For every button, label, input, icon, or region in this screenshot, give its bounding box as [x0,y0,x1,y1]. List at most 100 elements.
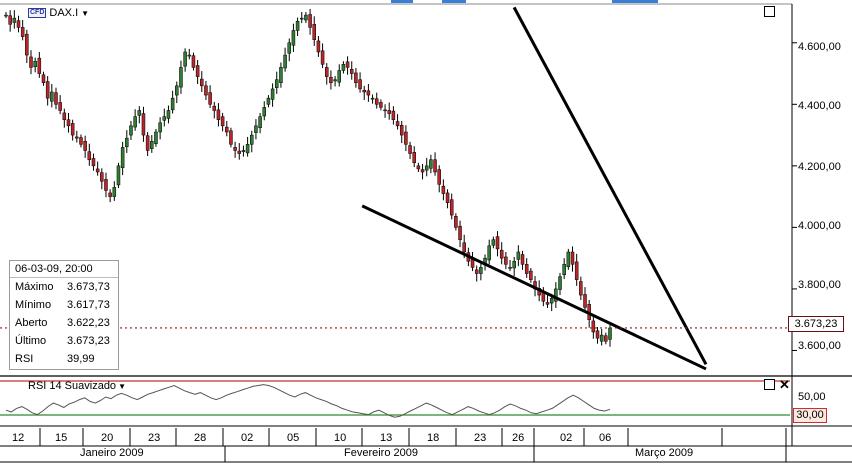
y-axis-label: 4.200,00 [798,161,841,173]
candle-down [524,264,529,274]
candle-down [504,256,508,265]
candle-down [191,55,196,68]
info-value: 3.673,73 [67,281,110,293]
caret-down-icon[interactable]: ▼ [118,382,126,391]
candle-up [516,251,521,260]
candle-down [362,89,366,93]
candle-down [62,112,67,120]
candle-down [520,254,525,265]
candle-up [162,116,167,121]
symbol-selector[interactable]: CFD DAX.I ▼ [28,7,89,19]
candle-up [370,97,375,100]
x-month-label: Janeiro 2009 [80,447,144,459]
candle-down [574,261,579,280]
y-axis-label: 4.600,00 [798,41,841,53]
candle-down [220,116,225,127]
candle-down [104,179,108,191]
candle-up [479,267,483,274]
candle-down [474,269,479,274]
candle-down [404,131,408,145]
candle-up [424,165,429,171]
candle-down [441,185,446,194]
x-month-label: Março 2009 [635,447,694,459]
candle-up [116,165,121,186]
candle-down [75,136,79,139]
candle-down [454,216,458,228]
candle-down [358,79,362,90]
rsi-axis-label: 50,00 [798,391,826,403]
candle-down [29,56,33,68]
candle-down [16,20,21,28]
candle-down [41,74,46,84]
candle-down [449,199,454,216]
candle-up [608,327,612,340]
x-day-label: 28 [194,432,207,444]
candle-up [50,91,54,102]
info-key: Mínimo [15,299,52,311]
candle-up [150,140,154,149]
candle-up [241,150,246,152]
candle-down [529,270,533,280]
candle-up [254,125,258,133]
candle-up [125,137,129,148]
x-day-label: 05 [287,432,300,444]
candle-down [545,302,550,305]
current-price-tag: 3.673,23 [788,316,844,332]
candle-down [320,50,325,65]
candle-down [495,236,500,250]
x-day-label: 18 [427,432,440,444]
candle-down [237,150,242,154]
candle-down [95,168,100,173]
info-key: Máximo [15,281,54,293]
candle-up [158,122,162,133]
candle-down [312,24,316,40]
candle-down [462,242,466,253]
info-row: Mínimo 3.617,73 [10,296,118,314]
candle-up [245,144,250,154]
candle-down [399,124,404,136]
square-icon[interactable] [764,379,775,390]
candle-down [25,33,29,56]
candle-up [170,97,175,111]
candle-up [508,267,512,269]
info-row: RSI 39,99 [10,350,118,368]
info-row: Aberto 3.622,23 [10,314,118,332]
candle-up [154,131,158,144]
candle-down [100,172,104,182]
candle-down [379,102,383,108]
info-row: Máximo 3.673,73 [10,278,118,296]
info-value: 39,99 [67,353,95,365]
candle-up [333,79,337,82]
candle-up [175,85,179,96]
candle-up [291,30,296,46]
close-icon[interactable]: ✕ [779,378,790,391]
candle-up [429,159,433,169]
caret-down-icon[interactable]: ▼ [81,9,89,18]
candle-up [341,64,346,71]
candle-up [250,134,254,145]
candle-down [329,76,333,84]
rsi-indicator-selector[interactable]: RSI 14 Suavizado ▼ [28,380,126,392]
x-day-label: 12 [12,432,25,444]
candle-down [391,110,396,120]
x-day-label: 06 [599,432,612,444]
candle-down [445,192,450,204]
candle-down [470,259,475,268]
square-icon[interactable] [764,6,775,17]
candle-down [374,98,379,105]
chart-canvas[interactable] [0,0,852,465]
info-datetime: 06-03-09, 20:00 [10,261,118,278]
candle-down [308,14,312,28]
y-axis-label: 3.600,00 [798,340,841,352]
candle-up [4,14,8,17]
candle-down [83,140,87,151]
candle-down [145,135,150,151]
candle-down [408,145,412,154]
candle-down [87,151,92,160]
candle-up [279,67,283,84]
rsi-level-tag: 30,00 [793,408,827,423]
y-axis-label: 3.800,00 [798,279,841,291]
candle-up [304,14,308,21]
candle-up [179,67,183,88]
x-day-label: 15 [55,432,68,444]
